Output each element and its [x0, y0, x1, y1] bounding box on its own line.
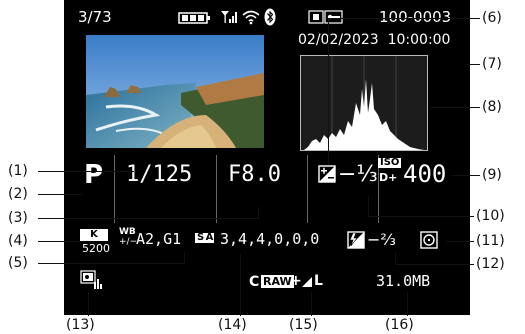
flash-exposure-compensation-value: −⅔ [367, 230, 396, 249]
auto-lighting-optimizer-icon [80, 270, 102, 289]
callout-12: (12) [476, 256, 505, 272]
callout-4: (4) [8, 233, 28, 249]
picture-style-params: 3,4,4,0,0,0 [220, 230, 320, 248]
callout-13: (13) [66, 317, 95, 333]
photo-thumbnail [86, 35, 264, 148]
callout-7: (7) [482, 56, 502, 72]
battery-icon [178, 12, 210, 24]
leader-line [38, 194, 82, 195]
leader-line [38, 218, 258, 219]
leader-line [258, 207, 259, 219]
leader-line [395, 252, 396, 265]
leader-line [452, 175, 480, 176]
wifi-icon [242, 10, 260, 25]
leader-line [368, 216, 474, 217]
protect-icon [308, 10, 343, 24]
divider [114, 155, 115, 223]
leader-line [446, 241, 474, 242]
wb-shift-value: A2,G1 [136, 230, 182, 248]
picture-style-icon: S A [195, 232, 215, 243]
leader-line [466, 64, 480, 65]
leader-line [430, 107, 480, 108]
jpeg-fine-icon [302, 277, 312, 287]
leader-line [240, 254, 241, 316]
exposure-compensation-value: −⅓ [338, 162, 378, 187]
exposure-compensation-icon [318, 165, 336, 183]
iso-label: ISO [378, 157, 402, 168]
leader-line [328, 18, 480, 19]
leader-line [88, 292, 89, 316]
callout-5: (5) [8, 255, 28, 271]
metering-mode-icon [420, 231, 438, 249]
file-size: 31.0MB [376, 272, 431, 290]
highlight-tone-priority: D+ [379, 171, 398, 184]
leader-line [368, 196, 369, 217]
leader-line [395, 264, 474, 265]
callout-10: (10) [476, 208, 505, 224]
leader-line [38, 171, 134, 172]
callout-6: (6) [482, 10, 502, 26]
divider [307, 155, 308, 223]
camera-playback-screen: 3/73 100-0003 02/02/2023 10:00:00 P 1/12… [64, 0, 470, 315]
callout-11: (11) [476, 233, 505, 249]
signal-icon [221, 11, 237, 23]
callout-1: (1) [8, 163, 28, 179]
leader-line [38, 241, 82, 242]
wb-shift-sign: +/− [119, 237, 138, 247]
callout-15: (15) [289, 317, 318, 333]
aperture-value: F8.0 [228, 162, 281, 187]
wb-shift-label: WB [119, 227, 136, 237]
callout-2: (2) [8, 186, 28, 202]
leader-line [311, 292, 312, 316]
bluetooth-icon [264, 8, 276, 26]
callout-3: (3) [8, 210, 28, 226]
wb-kelvin-icon: K [80, 229, 108, 241]
leader-line [328, 18, 329, 164]
capture-datetime: 02/02/2023 10:00:00 [298, 32, 451, 48]
divider [216, 155, 217, 223]
wb-kelvin-value: 5200 [82, 242, 110, 255]
callout-16: (16) [385, 317, 414, 333]
brightness-histogram [300, 55, 428, 151]
leader-line [38, 263, 184, 264]
raw-quality-badge: RAW [261, 275, 294, 288]
shutter-speed: 1/125 [126, 162, 193, 187]
quality-plus: + [290, 273, 302, 289]
leader-line [407, 292, 408, 316]
raw-c-prefix: C [249, 274, 260, 290]
leader-line [184, 252, 185, 264]
callout-14: (14) [218, 317, 247, 333]
jpeg-size: L [314, 273, 323, 289]
flash-exposure-compensation-icon [347, 231, 365, 249]
frame-counter: 3/73 [78, 8, 112, 26]
callout-9: (9) [482, 167, 502, 183]
callout-8: (8) [482, 99, 502, 115]
shooting-mode: P [84, 160, 104, 190]
iso-speed: 400 [403, 160, 447, 188]
